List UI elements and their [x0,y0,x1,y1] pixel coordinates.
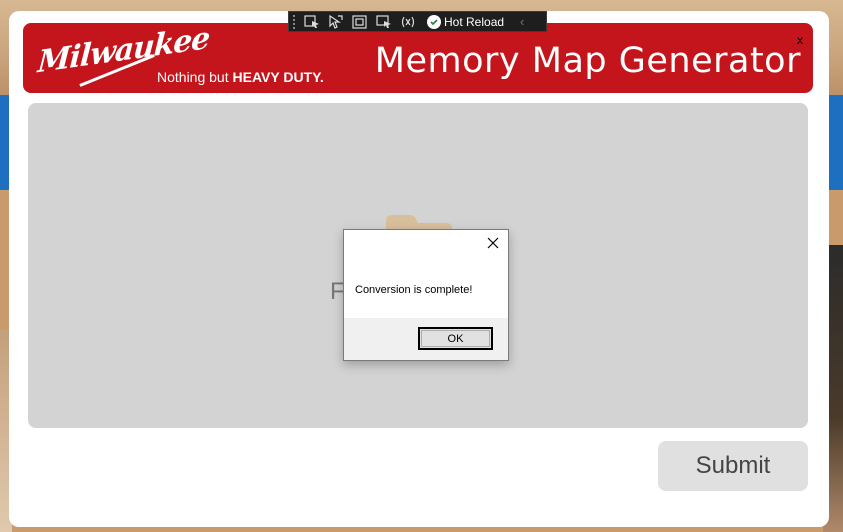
submit-button[interactable]: Submit [658,441,808,491]
tagline-prefix: Nothing but [157,69,233,85]
close-button[interactable]: x [797,33,803,47]
collapse-chevron-icon[interactable]: ‹ [520,14,524,29]
hot-reload-label: Hot Reload [444,14,505,29]
hot-reload-check-icon [427,14,441,29]
hot-reload-toolbar: Hot Reload ‹ [288,11,547,32]
message-box-footer: OK [344,318,508,360]
hot-reload-status[interactable]: Hot Reload [427,14,505,29]
message-text: Conversion is complete! [355,284,473,296]
app-title: Memory Map Generator [374,41,801,81]
track-focus-icon[interactable] [375,14,393,30]
tagline: Nothing but HEAVY DUTY. [157,69,324,85]
message-box: Conversion is complete! OK [343,229,509,361]
header-banner: Milwaukee Nothing but HEAVY DUTY. Memory… [23,23,813,93]
ok-button[interactable]: OK [418,327,493,350]
layout-adorner-icon[interactable] [351,14,369,30]
pointer-icon[interactable] [327,14,345,30]
close-icon[interactable] [486,236,500,250]
milwaukee-logo: Milwaukee Nothing but HEAVY DUTY. [37,23,337,87]
toolbar-grip[interactable] [293,14,297,29]
binding-failures-icon[interactable] [399,14,417,30]
tagline-bold: HEAVY DUTY. [232,69,324,85]
select-element-icon[interactable] [303,14,321,30]
